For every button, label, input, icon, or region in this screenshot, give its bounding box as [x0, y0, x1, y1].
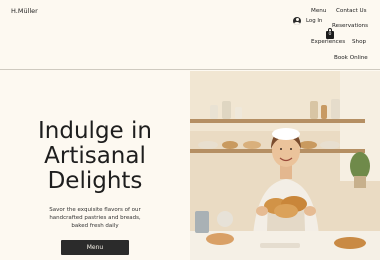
- user-avatar-icon: [293, 17, 301, 25]
- site-header: H.Müller Menu Contact Us Log In 0 Reserv…: [0, 0, 380, 70]
- nav-reservations[interactable]: Reservations: [332, 23, 368, 29]
- hero-headline-line: Artisanal: [44, 143, 146, 169]
- nav-shop[interactable]: Shop: [352, 39, 366, 45]
- hero-menu-button[interactable]: Menu: [61, 240, 129, 255]
- nav-menu[interactable]: Menu: [311, 8, 326, 14]
- hero-headline-line: Delights: [47, 168, 143, 194]
- shopping-bag-icon: 0: [326, 31, 334, 39]
- hero-headline-line: Indulge in: [38, 118, 152, 144]
- login-label: Log In: [306, 18, 323, 24]
- hero-subtext-line: baked fresh daily: [71, 223, 119, 229]
- hero-subtext-line: handcrafted pastries and breads,: [49, 215, 141, 221]
- hero-bakery-image: [190, 71, 380, 260]
- nav-book-online[interactable]: Book Online: [334, 55, 368, 61]
- baker-illustration: [190, 71, 380, 260]
- nav-experiences[interactable]: Experiences: [311, 39, 345, 45]
- hero-headline: Indulge in Artisanal Delights: [0, 119, 190, 194]
- brand-logo[interactable]: H.Müller: [11, 7, 38, 15]
- nav-contact-us[interactable]: Contact Us: [336, 8, 367, 14]
- hero-subtext: Savor the exquisite flavors of our handc…: [40, 206, 150, 230]
- hero-subtext-line: Savor the exquisite flavors of our: [49, 207, 141, 213]
- page: H.Müller Menu Contact Us Log In 0 Reserv…: [0, 0, 380, 260]
- login-button[interactable]: Log In: [293, 17, 322, 25]
